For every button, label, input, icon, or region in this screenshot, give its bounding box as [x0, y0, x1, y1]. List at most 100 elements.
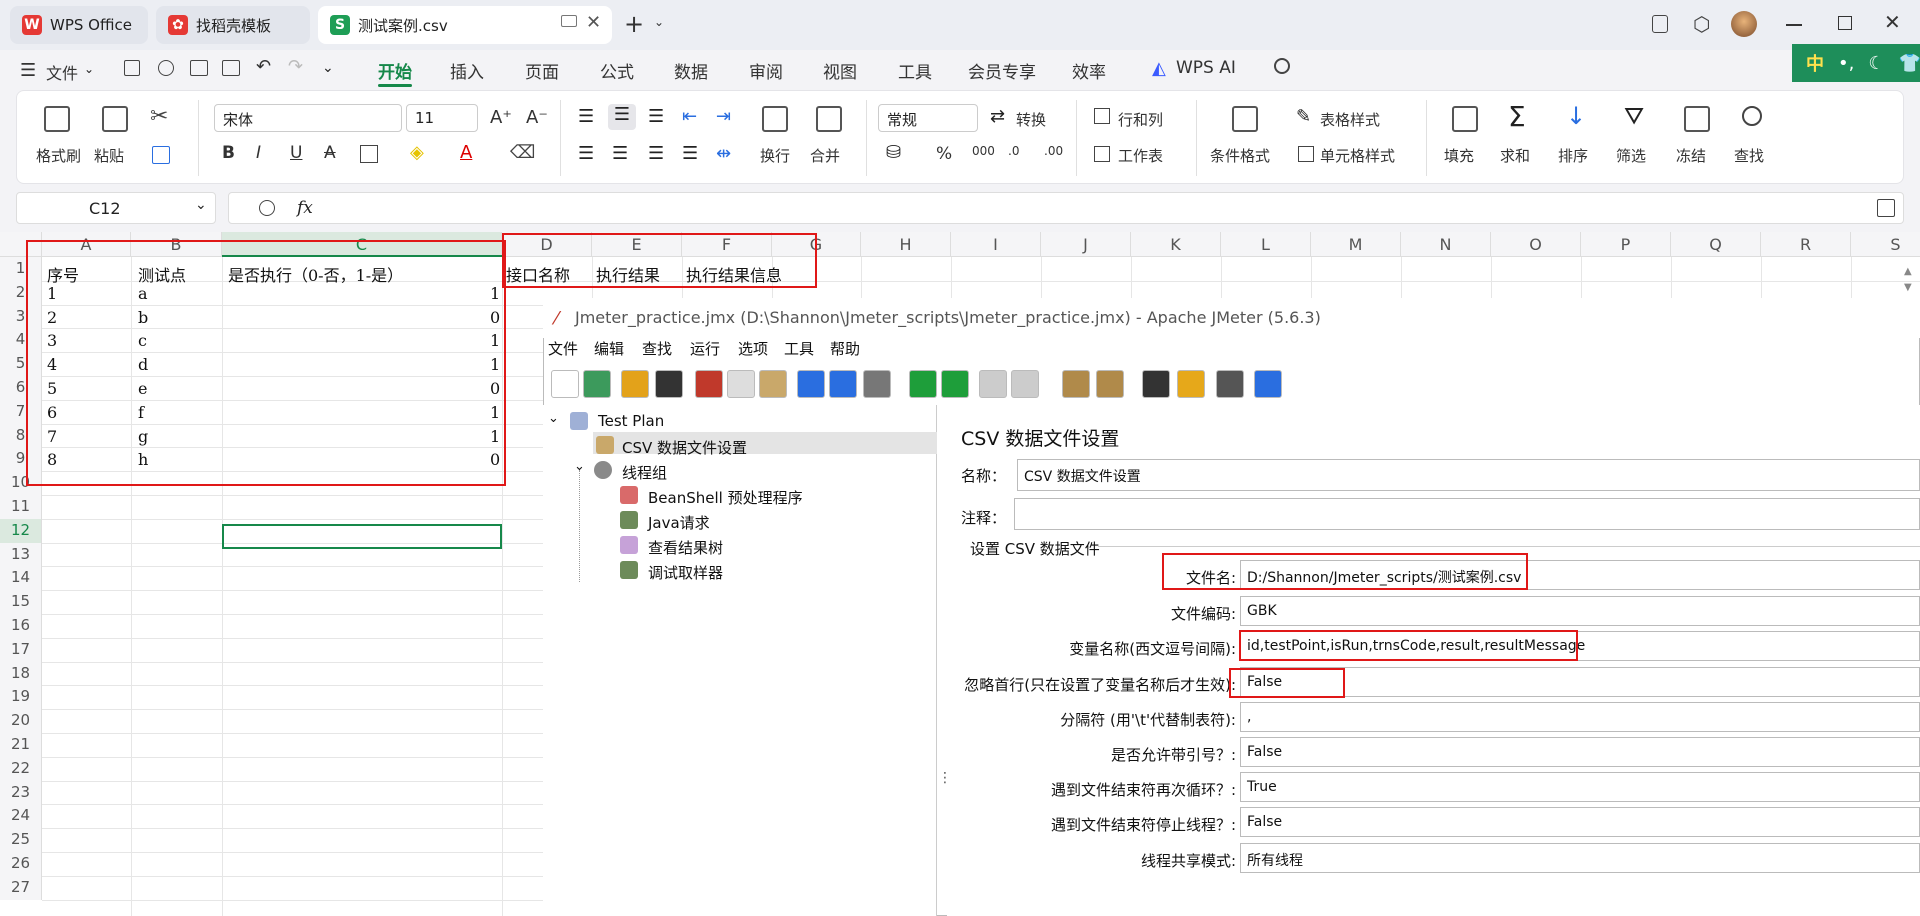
conditional-format-label[interactable]: 条件格式 [1210, 145, 1270, 166]
convert-icon[interactable]: ⇄ [990, 106, 1005, 127]
jmeter-menu-item[interactable]: 工具 [784, 338, 814, 362]
column-header[interactable]: M [1311, 232, 1401, 257]
menu-efficiency[interactable]: 效率 [1072, 58, 1106, 83]
chevron-down-icon[interactable]: ⌄ [84, 62, 94, 76]
stack-icon[interactable]: ⛁ [886, 142, 901, 163]
row-header[interactable]: 12 [0, 518, 42, 543]
save-icon[interactable] [124, 60, 140, 76]
hamburger-icon[interactable]: ☰ [20, 60, 36, 81]
column-header[interactable]: I [951, 232, 1041, 257]
field-input[interactable]: GBK [1240, 596, 1920, 626]
row-header[interactable]: 15 [0, 590, 42, 614]
sort-icon[interactable]: ↓ [1566, 102, 1586, 130]
find-icon[interactable] [1742, 106, 1762, 126]
row-header[interactable]: 17 [0, 637, 42, 662]
font-color-icon[interactable]: A [460, 142, 472, 163]
increase-font-icon[interactable]: A⁺ [490, 107, 512, 128]
sum-icon[interactable]: Σ [1508, 100, 1526, 133]
worksheet-icon[interactable] [1094, 146, 1110, 162]
number-format-select[interactable]: 常规 [878, 104, 978, 132]
restore-icon[interactable] [1838, 16, 1852, 30]
tree-node-test-plan[interactable]: Test Plan [598, 412, 664, 430]
freeze-icon[interactable] [1684, 106, 1710, 132]
moon-icon[interactable]: ☾ [1868, 53, 1884, 74]
search-icon[interactable] [1142, 370, 1170, 398]
column-header[interactable]: R [1761, 232, 1851, 257]
row-header[interactable]: 23 [0, 780, 42, 805]
monitor-icon[interactable] [561, 15, 577, 27]
chevron-down-icon[interactable]: ⌄ [322, 60, 334, 76]
find-label[interactable]: 查找 [1734, 145, 1764, 166]
tree-node-csv[interactable]: CSV 数据文件设置 [622, 437, 747, 458]
format-painter-icon[interactable] [44, 106, 70, 132]
column-header[interactable]: O [1491, 232, 1581, 257]
sort-label[interactable]: 排序 [1558, 145, 1588, 166]
column-header[interactable]: K [1131, 232, 1221, 257]
test-plan-tree[interactable] [543, 405, 937, 916]
menu-home[interactable]: 开始 [378, 58, 412, 83]
fill-label[interactable]: 填充 [1444, 145, 1474, 166]
paste-icon[interactable] [759, 370, 787, 398]
start-no-pause-icon[interactable] [941, 370, 969, 398]
ime-mode[interactable]: 中 [1806, 50, 1824, 76]
bold-button[interactable]: B [222, 143, 235, 163]
indent-increase-icon[interactable]: ⇥ [716, 106, 731, 127]
row-header[interactable]: 16 [0, 614, 42, 638]
column-header[interactable]: L [1221, 232, 1311, 257]
menu-insert[interactable]: 插入 [450, 58, 484, 83]
new-icon[interactable] [551, 370, 579, 398]
menu-file[interactable]: 文件 [46, 60, 78, 84]
sum-label[interactable]: 求和 [1500, 145, 1530, 166]
align-left-icon[interactable]: ☰ [578, 143, 594, 164]
row-col-label[interactable]: 行和列 [1118, 109, 1163, 130]
tree-chevron-down-icon[interactable]: ⌄ [548, 411, 559, 426]
jmeter-menu-item[interactable]: 编辑 [594, 338, 624, 362]
jmeter-menu-item[interactable]: 查找 [642, 338, 672, 362]
cell-style-label[interactable]: 单元格样式 [1320, 145, 1395, 166]
tab-csv-file[interactable]: S 测试案例.csv ✕ [318, 6, 612, 44]
reset-search-icon[interactable] [1177, 370, 1205, 398]
tree-node-debug[interactable]: 调试取样器 [648, 562, 723, 583]
cut-icon[interactable] [695, 370, 723, 398]
cell-style-icon[interactable] [1298, 146, 1314, 162]
row-header[interactable]: 14 [0, 566, 42, 591]
strikethrough-icon[interactable]: A [324, 143, 336, 163]
row-header[interactable]: 24 [0, 804, 42, 829]
row-col-icon[interactable] [1094, 108, 1110, 124]
scroll-down-icon[interactable]: ▼ [1904, 282, 1912, 293]
column-header[interactable]: H [861, 232, 951, 257]
toggle-icon[interactable] [863, 370, 891, 398]
redo-icon[interactable]: ↷ [288, 56, 303, 77]
print-icon[interactable] [190, 60, 208, 76]
expand-formula-icon[interactable] [1877, 199, 1895, 217]
field-input[interactable]: True [1240, 772, 1920, 802]
shirt-icon[interactable]: 👕 [1898, 53, 1920, 74]
field-input[interactable]: False [1240, 807, 1920, 837]
conditional-format-icon[interactable] [1232, 106, 1258, 132]
window-close-icon[interactable]: ✕ [1884, 10, 1901, 34]
font-size-select[interactable]: 11 [406, 104, 478, 132]
jmeter-menu-item[interactable]: 文件 [548, 338, 578, 362]
name-field[interactable]: CSV 数据文件设置 [1017, 459, 1920, 491]
fx-icon[interactable]: fx [297, 198, 313, 218]
freeze-label[interactable]: 冻结 [1676, 145, 1706, 166]
row-header[interactable]: 22 [0, 756, 42, 781]
menu-review[interactable]: 审阅 [749, 58, 783, 83]
chevron-down-icon[interactable]: ⌄ [195, 197, 207, 213]
jmeter-menu-item[interactable]: 帮助 [830, 338, 860, 362]
menu-tools[interactable]: 工具 [898, 58, 932, 83]
field-input[interactable]: , [1240, 702, 1920, 732]
decrease-font-icon[interactable]: A⁻ [526, 107, 548, 128]
indent-decrease-icon[interactable]: ⇤ [682, 106, 697, 127]
menu-wps-ai[interactable]: WPS AI [1176, 58, 1236, 78]
align-middle-icon[interactable]: ☰ [608, 104, 636, 130]
tree-node-beanshell[interactable]: BeanShell 预处理程序 [648, 487, 803, 508]
filter-label[interactable]: 筛选 [1616, 145, 1646, 166]
worksheet-label[interactable]: 工作表 [1118, 145, 1163, 166]
formula-input[interactable]: fx [228, 192, 1904, 224]
avatar[interactable] [1731, 11, 1757, 37]
thousands-icon[interactable]: 000 [972, 144, 995, 158]
shutdown-icon[interactable] [1011, 370, 1039, 398]
row-header[interactable]: 20 [0, 709, 42, 733]
table-style-label[interactable]: 表格样式 [1320, 109, 1380, 130]
